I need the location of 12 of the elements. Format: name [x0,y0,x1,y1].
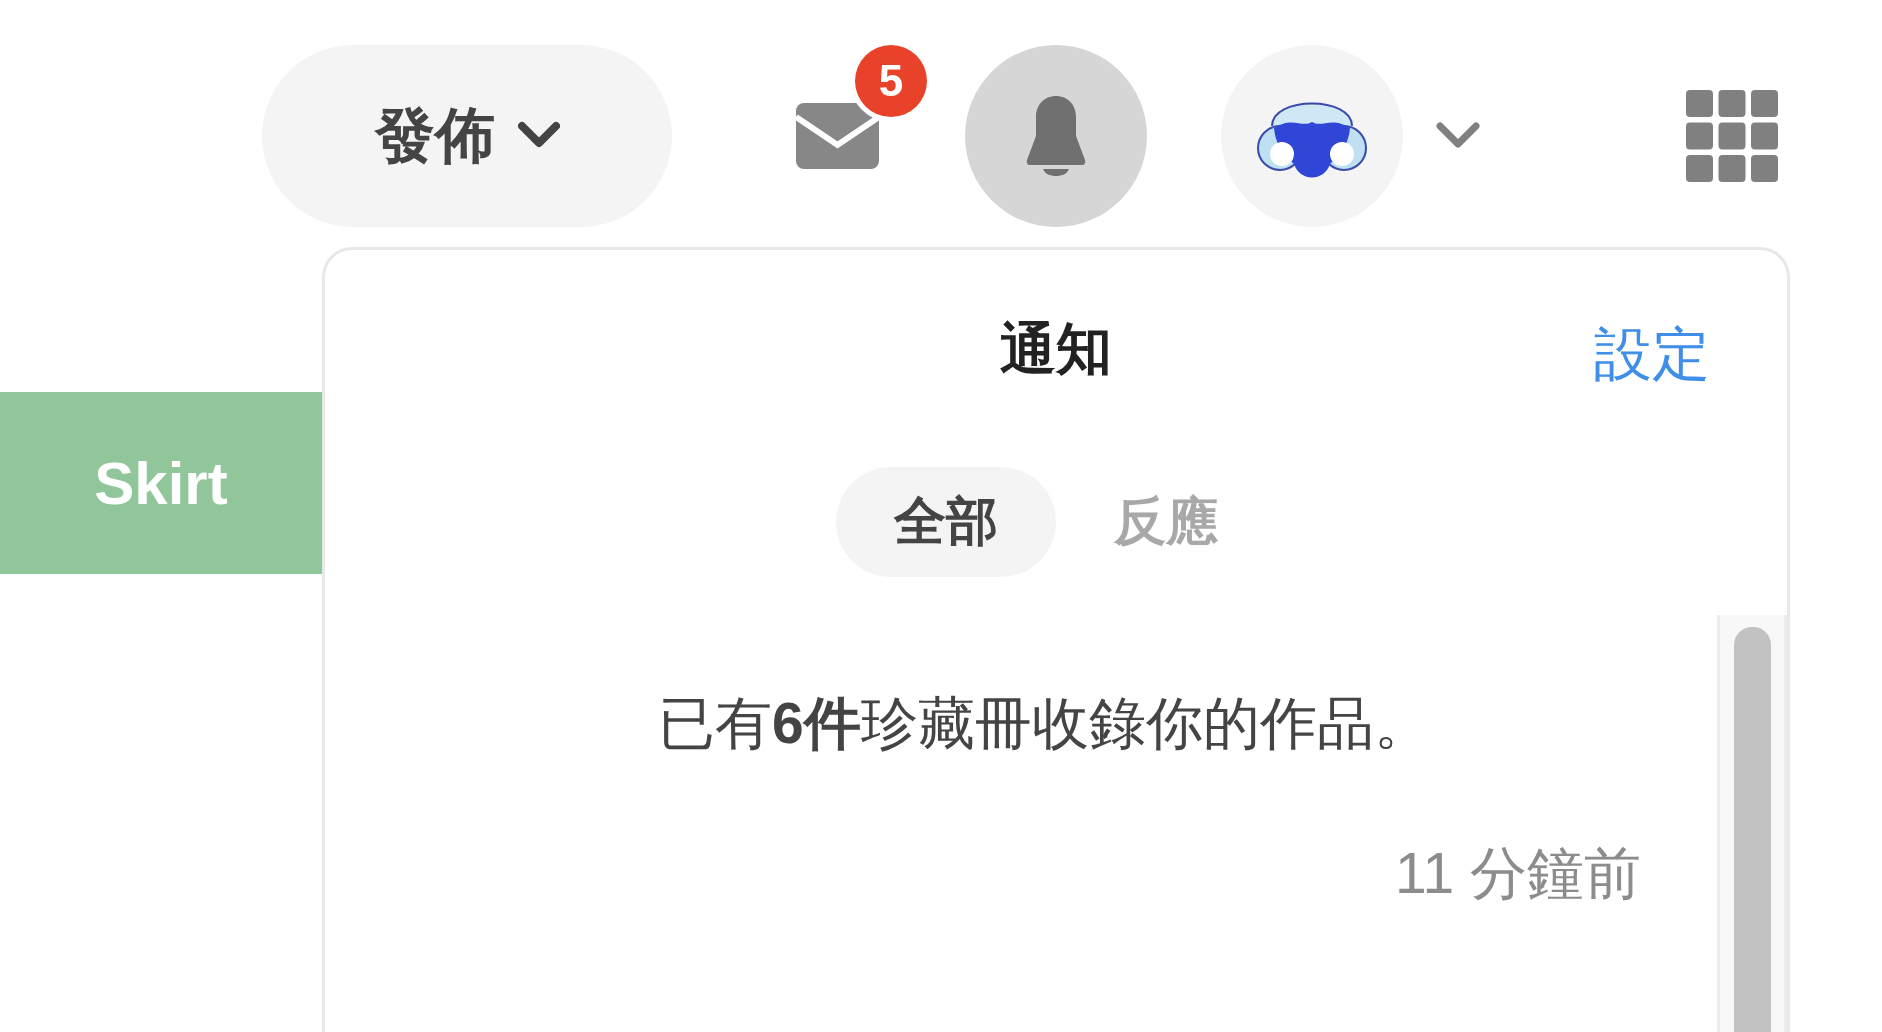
settings-link[interactable]: 設定 [1594,319,1710,389]
panel-title: 通知 [1000,315,1112,382]
scrollbar[interactable] [1717,615,1787,1032]
notification-time: 11 分鐘前 [1395,841,1641,905]
chevron-down-icon[interactable] [1436,122,1480,150]
category-tab[interactable]: Skirt [0,392,322,574]
mail-icon[interactable] [796,103,879,169]
app-grid-icon[interactable] [1686,90,1778,182]
filter-tab[interactable]: 全部 [836,467,1056,577]
filter-tab[interactable]: 反應 [1056,467,1276,577]
notification-text: 已有6件珍藏冊收錄你的作品。 [657,690,1432,757]
post-button[interactable]: 發佈 [262,45,672,227]
